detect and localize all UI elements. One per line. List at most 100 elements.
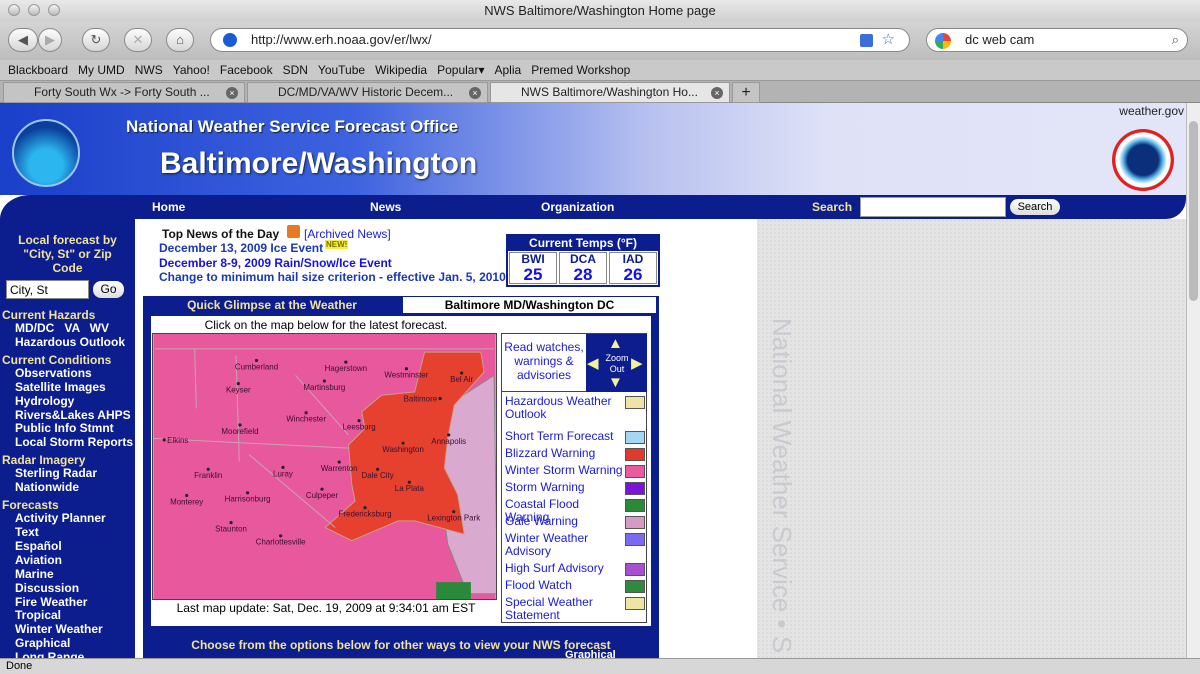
sidebar-link[interactable]: Winter Weather [0,622,135,637]
go-button[interactable]: Go [93,281,124,298]
news-item[interactable]: Change to minimum hail size criterion - … [159,270,506,285]
bookmark-item[interactable]: Blackboard [8,63,68,77]
temp-station[interactable]: DCA 28 [559,252,607,284]
sidebar-link[interactable]: Public Info Stmnt [0,422,135,436]
status-bar: Done [0,658,1200,674]
close-tab-icon[interactable]: × [226,87,238,99]
legend-swatch [625,563,645,576]
archived-news-link[interactable]: [Archived News] [304,227,391,241]
temp-station[interactable]: BWI 25 [509,252,557,284]
tab-nws[interactable]: NWS Baltimore/Washington Ho... × [490,82,730,103]
nav-news[interactable]: News [370,200,401,214]
legend-link[interactable]: Blizzard Warning [505,447,625,460]
legend-link[interactable]: Special Weather Statement [505,596,625,622]
sidebar-link[interactable]: Marine [0,567,135,582]
flood-area [436,582,471,599]
sidebar-link[interactable]: Sterling Radar [0,466,135,481]
nav-home[interactable]: Home [152,200,185,214]
sidebar-link[interactable]: Hydrology [0,394,135,409]
nav-organization[interactable]: Organization [541,200,614,214]
scroll-thumb[interactable] [1189,121,1198,301]
sidebar-section-title[interactable]: Radar Imagery [0,453,135,467]
sidebar-section-title[interactable]: Current Hazards [0,308,135,322]
sidebar-link[interactable]: Satellite Images [0,380,135,395]
google-icon[interactable] [935,33,951,49]
legend-link[interactable]: Winter Weather Advisory [505,532,625,558]
search-icon[interactable]: ⌕ [1172,29,1179,51]
bookmark-item[interactable]: Popular▾ [437,63,484,77]
legend-link[interactable]: Winter Storm Warning [505,464,625,477]
bookmark-star-icon[interactable]: ☆ [882,29,895,51]
sidebar-link[interactable]: Graphical [0,636,135,651]
close-tab-icon[interactable]: × [469,87,481,99]
search-bar[interactable]: dc web cam ⌕ [926,28,1188,52]
sidebar-link[interactable]: MD/DC VA WV [0,321,135,336]
minimize-window-button[interactable] [28,4,40,16]
bookmark-item[interactable]: YouTube [318,63,365,77]
forward-button[interactable]: ▶ [38,28,62,52]
pan-right-arrow-icon[interactable]: ▶ [631,354,643,372]
sidebar-link[interactable]: Nationwide [0,480,135,495]
zoom-out-button[interactable]: Zoom Out [602,353,632,375]
news-item[interactable]: December 8-9, 2009 Rain/Snow/Ice Event [159,256,392,271]
bookmark-item[interactable]: Wikipedia [375,63,427,77]
stop-button[interactable]: ✕ [124,28,152,52]
tab-forty-south[interactable]: Forty South Wx -> Forty South ... × [3,82,245,103]
sidebar-link[interactable]: Local Storm Reports [0,435,135,450]
legend-link[interactable]: Short Term Forecast [505,430,625,443]
back-button[interactable]: ◀ [8,28,38,52]
bookmark-item[interactable]: My UMD [78,63,125,77]
pan-up-arrow-icon[interactable]: ▲ [608,335,623,352]
sidebar-link[interactable]: Español [0,539,135,554]
vertical-scrollbar[interactable] [1186,103,1200,658]
sidebar-link[interactable]: Rivers&Lakes AHPS [0,408,135,423]
noaa-logo[interactable] [12,119,80,187]
bookmark-item[interactable]: Yahoo! [173,63,210,77]
sidebar-link[interactable]: Text [0,525,135,540]
bookmark-item[interactable]: Premed Workshop [531,63,630,77]
sidebar-link[interactable]: Observations [0,366,135,381]
bookmark-item[interactable]: SDN [283,63,308,77]
sidebar-link[interactable]: Activity Planner [0,511,135,526]
legend-link[interactable]: Storm Warning [505,481,625,494]
home-button[interactable]: ⌂ [166,28,194,52]
sidebar-section-title[interactable]: Current Conditions [0,353,135,367]
bookmark-item[interactable]: Facebook [220,63,273,77]
bookmark-item[interactable]: NWS [135,63,163,77]
sidebar-link[interactable]: Discussion [0,581,135,596]
legend-link[interactable]: High Surf Advisory [505,562,625,575]
nws-logo[interactable] [1112,129,1174,191]
sidebar-link[interactable]: Hazardous Outlook [0,335,135,350]
pan-left-arrow-icon[interactable]: ◀ [587,354,599,372]
read-watches-link[interactable]: Read watches, warnings & advisories [502,334,586,392]
close-window-button[interactable] [8,4,20,16]
hazard-map[interactable]: Cumberland Keyser Hagerstown Martinsburg Wes… [152,333,497,600]
url-bar[interactable]: http://www.erh.noaa.gov/er/lwx/ ☆ [210,28,910,52]
tab-historic[interactable]: DC/MD/VA/WV Historic Decem... × [247,82,488,103]
sidebar-link[interactable]: Tropical [0,609,135,623]
reload-button[interactable]: ↻ [82,28,110,52]
city-input[interactable] [6,280,89,299]
sidebar-section-title[interactable]: Forecasts [0,498,135,512]
news-item[interactable]: December 13, 2009 Ice Event [159,241,323,256]
rss-icon[interactable] [287,225,300,238]
sidebar-link[interactable]: Aviation [0,553,135,568]
new-tab-button[interactable]: + [732,82,760,103]
org-title: National Weather Service Forecast Office [126,117,459,136]
legend-link[interactable]: Flood Watch [505,579,625,592]
zoom-window-button[interactable] [48,4,60,16]
weather-gov-link[interactable]: weather.gov [1119,104,1184,118]
site-search-button[interactable]: Search [1010,199,1060,215]
site-search-input[interactable] [860,197,1006,217]
legend-link[interactable]: Gale Warning [505,515,625,528]
legend-link[interactable]: Hazardous Weather Outlook [505,395,625,421]
temp-station[interactable]: IAD 26 [609,252,657,284]
close-tab-icon[interactable]: × [711,87,723,99]
rss-icon[interactable] [860,34,873,47]
bookmark-item[interactable]: Aplia [495,63,522,77]
pan-down-arrow-icon[interactable]: ▼ [608,374,623,391]
city-label: Bel Air [450,375,473,384]
sidebar-link[interactable]: Long Range [0,650,135,658]
sidebar-link[interactable]: Fire Weather [0,595,135,610]
last-update: Last map update: Sat, Dec. 19, 2009 at 9… [176,601,476,615]
